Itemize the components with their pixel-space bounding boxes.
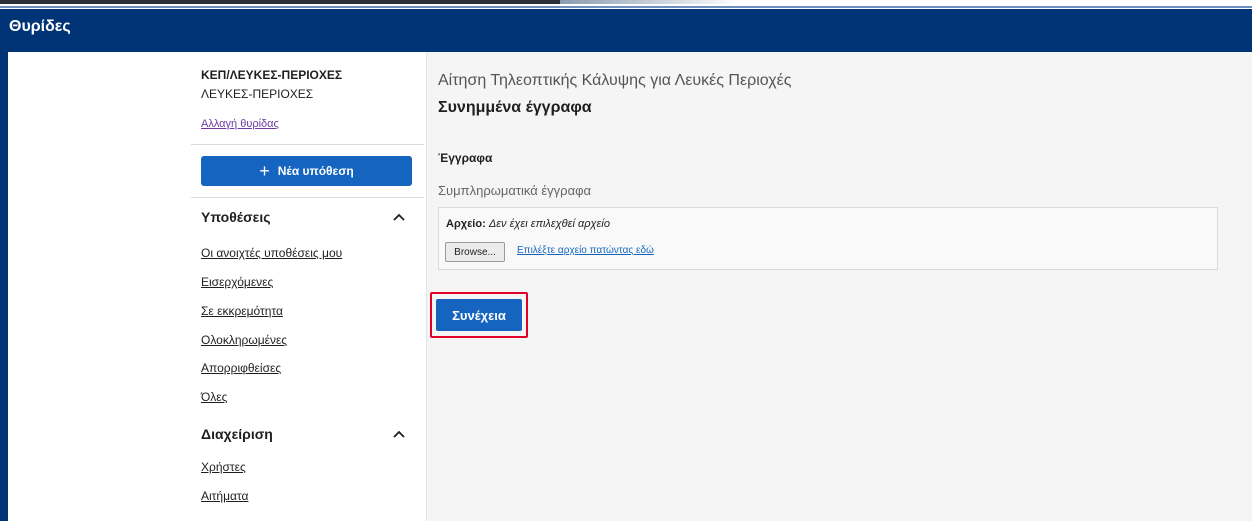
- sidebar-divider: [191, 144, 424, 145]
- new-case-button[interactable]: + Νέα υπόθεση: [201, 156, 412, 186]
- sidebar-item-pending[interactable]: Σε εκκρεμότητα: [201, 304, 283, 318]
- section-header-cases[interactable]: Υποθέσεις: [201, 208, 413, 228]
- section-header-label: Υποθέσεις: [201, 209, 271, 225]
- sidebar-item-users[interactable]: Χρήστες: [201, 460, 246, 474]
- left-accent-bar: [0, 52, 8, 521]
- browse-button[interactable]: Browse...: [445, 242, 505, 262]
- chevron-up-icon: [393, 430, 405, 438]
- window-top-strip-fade: [560, 0, 740, 4]
- window-top-edge: [0, 6, 1252, 8]
- sidebar-item-my-open-cases[interactable]: Οι ανοιχτές υποθέσεις μου: [201, 246, 342, 260]
- section-header-label: Διαχείριση: [201, 426, 273, 442]
- main-background: [427, 52, 1252, 521]
- plus-icon: +: [259, 161, 270, 181]
- file-value: Δεν έχει επιλεχθεί αρχείο: [488, 218, 610, 230]
- continue-button[interactable]: Συνέχεια: [436, 299, 522, 331]
- sidebar-divider: [191, 197, 424, 198]
- header-title: Θυρίδες: [9, 18, 71, 35]
- form-subtitle: Αίτηση Τηλεοπτικής Κάλυψης για Λευκές Πε…: [438, 72, 792, 89]
- app-header: Θυρίδες: [0, 9, 1252, 52]
- mailbox-subtitle: ΛΕΥΚΕΣ-ΠΕΡΙΟΧΕΣ: [201, 87, 314, 101]
- sidebar-item-completed[interactable]: Ολοκληρωμένες: [201, 333, 287, 347]
- chevron-up-icon: [393, 213, 405, 221]
- sidebar-item-requests[interactable]: Αιτήματα: [201, 489, 248, 503]
- file-label: Αρχείο:: [446, 218, 486, 230]
- mailbox-title: ΚΕΠ/ΛΕΥΚΕΣ-ΠΕΡΙΟΧΕΣ: [201, 68, 343, 82]
- file-upload-box: Αρχείο: Δεν έχει επιλεχθεί αρχείο Browse…: [438, 207, 1218, 270]
- window-top-strip: [0, 0, 1252, 9]
- documents-section-label: Έγγραφα: [438, 151, 493, 165]
- page-title: Συνημμένα έγγραφα: [438, 99, 592, 116]
- file-status: Αρχείο: Δεν έχει επιλεχθεί αρχείο: [446, 218, 610, 230]
- supplementary-docs-label: Συμπληρωματικά έγγραφα: [438, 183, 592, 198]
- sidebar-item-incoming[interactable]: Εισερχόμενες: [201, 275, 273, 289]
- choose-file-link[interactable]: Επιλέξτε αρχείο πατώντας εδώ: [517, 245, 654, 256]
- section-header-management[interactable]: Διαχείριση: [201, 425, 413, 445]
- window-top-strip-dark: [0, 0, 560, 4]
- new-case-button-label: Νέα υπόθεση: [277, 164, 354, 178]
- sidebar-item-all[interactable]: Όλες: [201, 390, 227, 404]
- change-mailbox-link[interactable]: Αλλαγή θυρίδας: [201, 118, 279, 130]
- sidebar-item-rejected[interactable]: Απορριφθείσες: [201, 361, 281, 375]
